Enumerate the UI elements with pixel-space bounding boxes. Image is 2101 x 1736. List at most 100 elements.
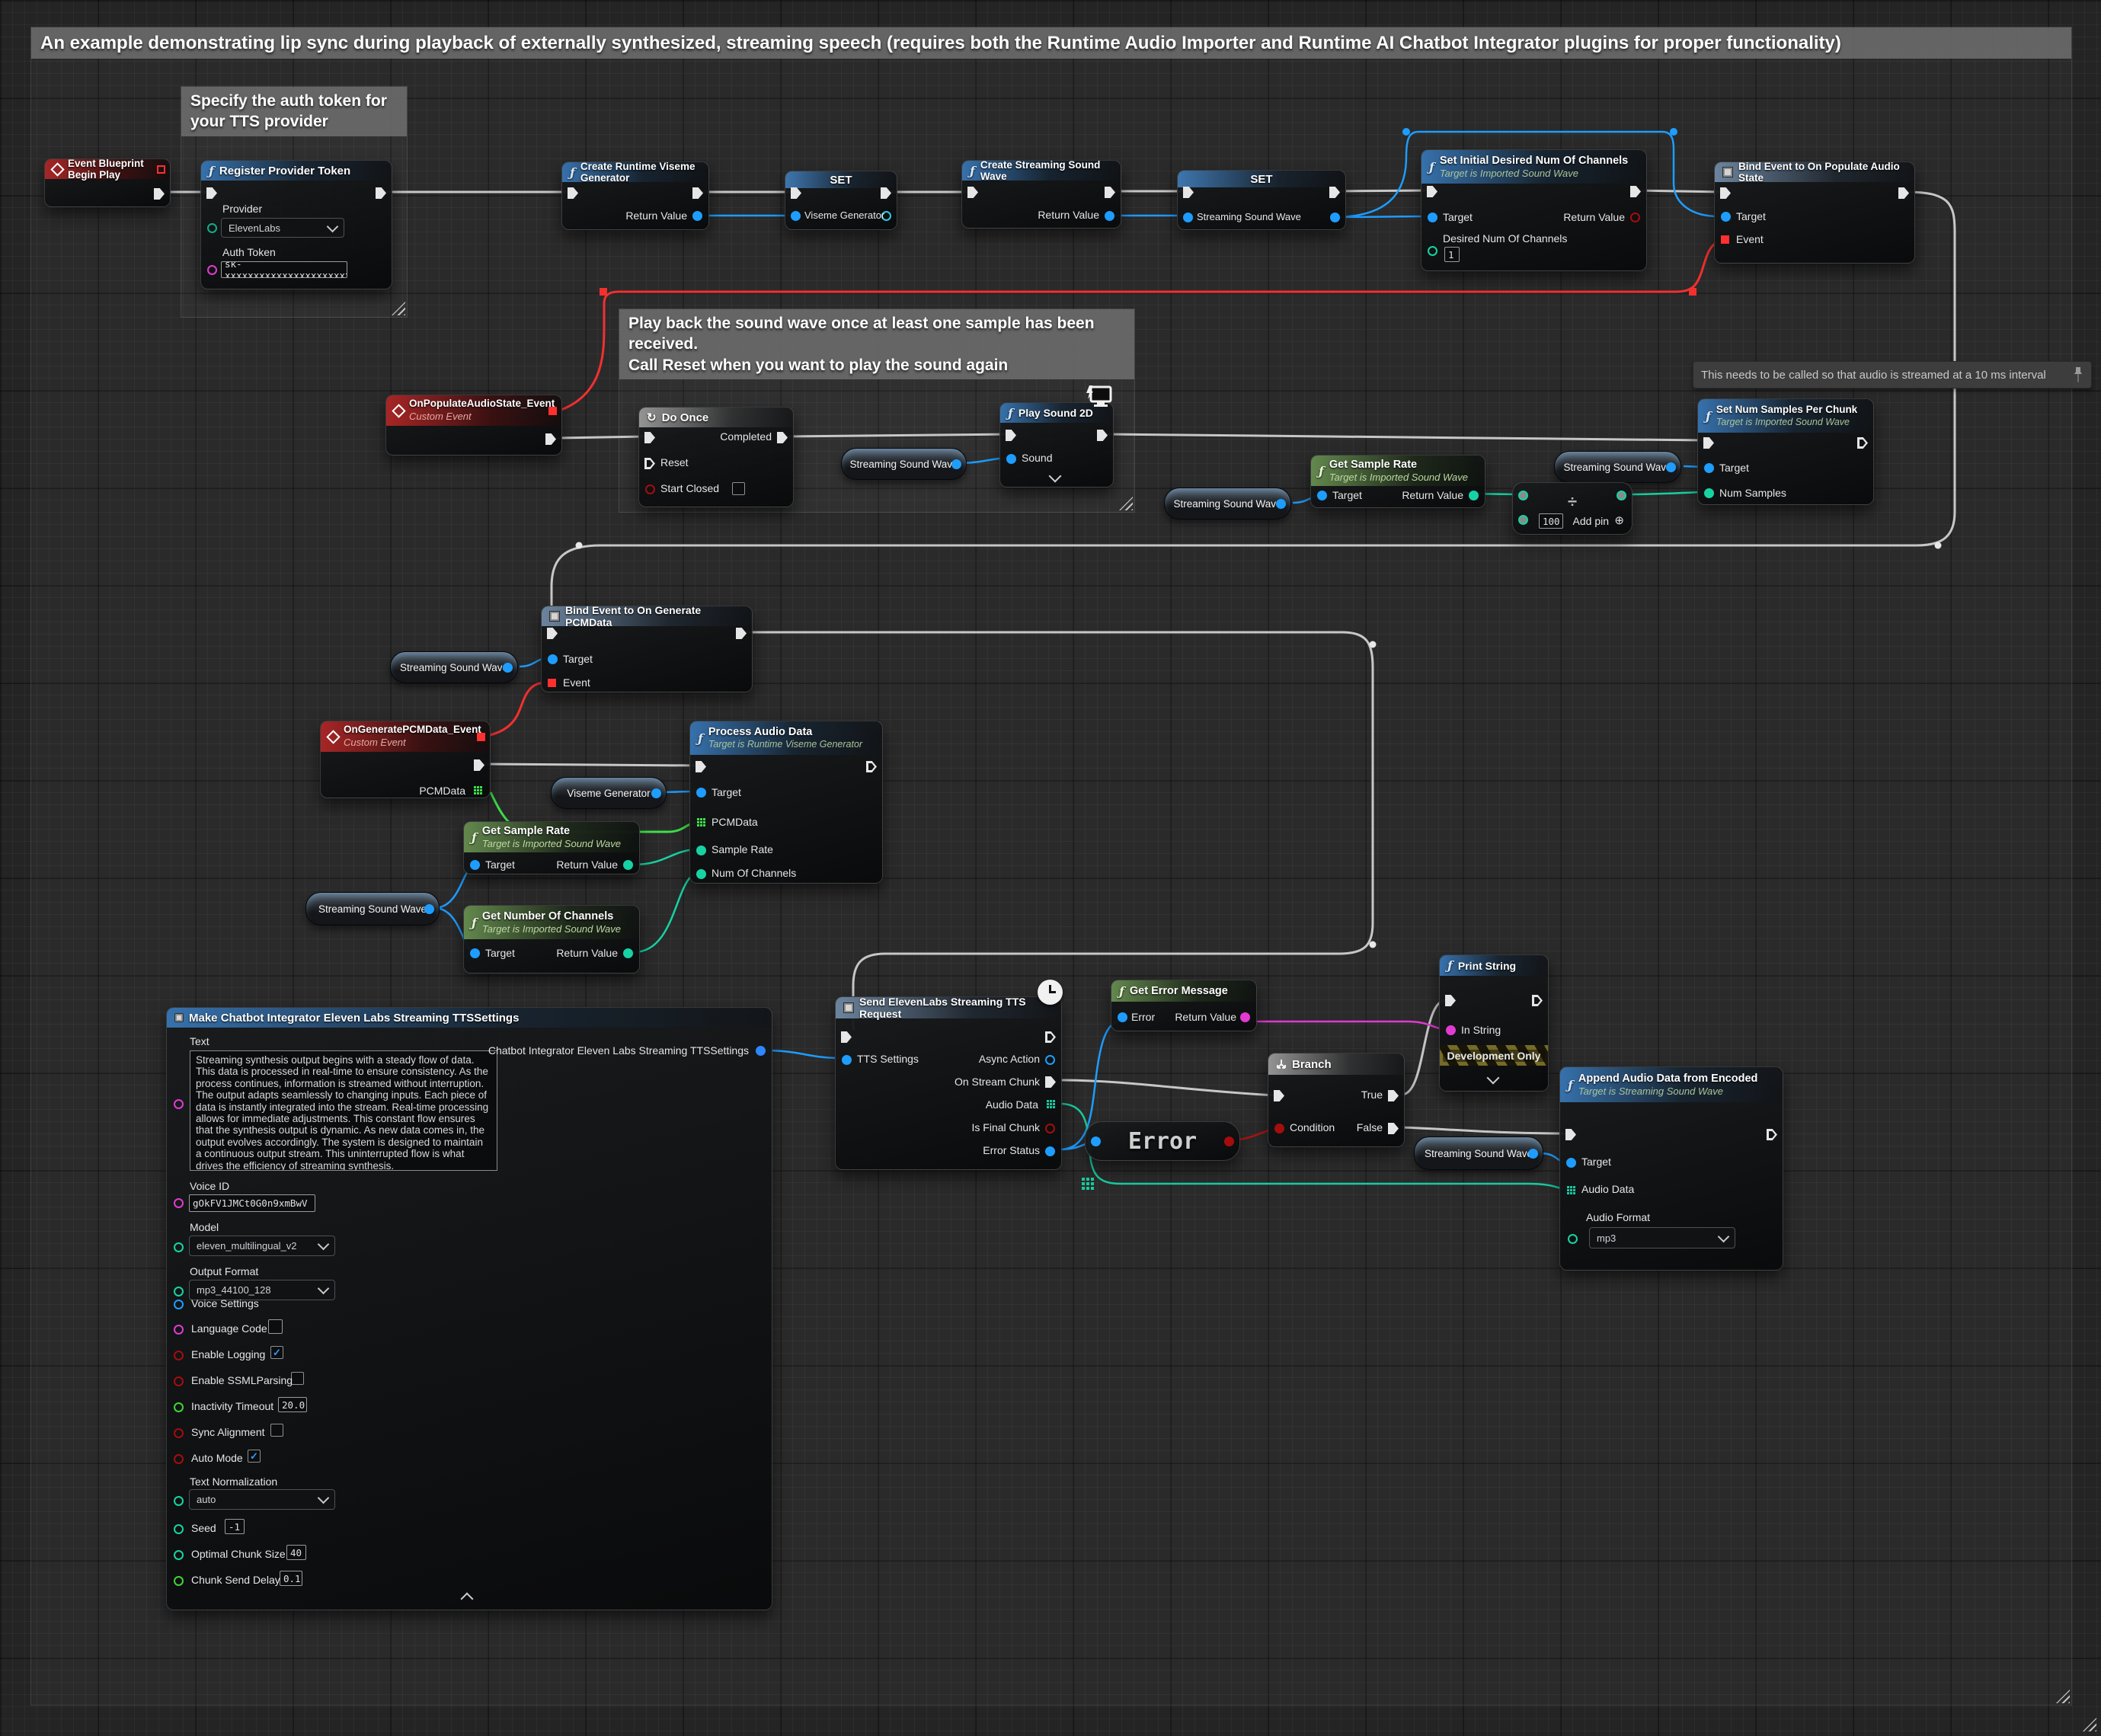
node-set-streaming-sound-wave[interactable]: SET Streaming Sound Wave <box>1177 170 1346 230</box>
exec-out-pin[interactable] <box>1105 187 1115 198</box>
node-bind-event-on-populate-audio-state[interactable]: Bind Event to On Populate Audio State Ta… <box>1714 161 1915 264</box>
pill-out-pin[interactable] <box>424 904 434 914</box>
audio-format-pin[interactable] <box>1568 1234 1578 1244</box>
completed-out-pin[interactable] <box>777 432 788 443</box>
exec-in-pin[interactable] <box>1183 187 1194 198</box>
expand-chevron-icon[interactable] <box>1487 1072 1500 1085</box>
pill-viseme-generator[interactable]: Viseme Generator <box>551 777 667 809</box>
node-play-sound-2d[interactable]: ƒPlay Sound 2D Sound <box>999 402 1114 488</box>
start-closed-pin[interactable] <box>645 484 655 494</box>
exec-out-pin[interactable] <box>545 433 556 445</box>
node-send-elevenlabs-tts-request[interactable]: Send ElevenLabs Streaming TTS Request TT… <box>835 996 1062 1170</box>
enable-logging-checkbox[interactable] <box>270 1346 283 1359</box>
on-stream-chunk-pin[interactable] <box>1045 1076 1056 1088</box>
return-value-pin[interactable] <box>1630 213 1640 222</box>
exec-out-pin[interactable] <box>474 759 484 771</box>
compare-out-pin[interactable] <box>1224 1137 1234 1146</box>
target-pin[interactable] <box>1721 212 1731 222</box>
false-out-pin[interactable] <box>1388 1123 1399 1134</box>
output-format-pin[interactable] <box>174 1287 184 1296</box>
exec-out-pin[interactable] <box>376 187 386 199</box>
delegate-pin[interactable] <box>477 733 485 741</box>
node-event-begin-play[interactable]: Event Blueprint Begin Play <box>44 158 171 207</box>
node-onpopulate-audiostate-event[interactable]: OnPopulateAudioState_EventCustom Event <box>385 395 562 456</box>
node-set-num-samples-per-chunk[interactable]: ƒ Set Num Samples Per ChunkTarget is Imp… <box>1697 398 1874 505</box>
in-string-pin[interactable] <box>1446 1025 1456 1035</box>
audio-format-dropdown[interactable]: mp3 <box>1589 1227 1735 1248</box>
voice-settings-pin[interactable] <box>174 1300 184 1309</box>
event-pin[interactable] <box>1721 235 1729 244</box>
text-normalization-pin[interactable] <box>174 1496 184 1506</box>
node-create-runtime-viseme-generator[interactable]: ƒCreate Runtime Viseme Generator Return … <box>561 161 709 230</box>
exec-in-pin[interactable] <box>644 432 655 443</box>
value-in-pin[interactable] <box>1183 213 1193 222</box>
desired-num-input[interactable]: 1 <box>1444 247 1460 262</box>
provider-pin[interactable] <box>207 223 217 233</box>
tts-settings-pin[interactable] <box>842 1055 852 1065</box>
pill-out-pin[interactable] <box>651 788 661 798</box>
return-value-pin[interactable] <box>623 948 633 958</box>
language-code-pin[interactable] <box>174 1325 184 1335</box>
pill-streaming-sound-wave[interactable]: Streaming Sound Wave <box>841 448 967 480</box>
target-pin[interactable] <box>1317 491 1327 500</box>
pill-out-pin[interactable] <box>1528 1149 1538 1159</box>
node-do-once[interactable]: ↻Do Once Completed Reset Start Closed <box>638 407 794 507</box>
return-value-pin[interactable] <box>623 860 633 870</box>
exec-out-pin[interactable] <box>866 761 877 772</box>
auto-mode-pin[interactable] <box>174 1454 184 1464</box>
exec-out-pin[interactable] <box>1097 430 1108 441</box>
node-append-audio-data-from-encoded[interactable]: ƒ Append Audio Data from EncodedTarget i… <box>1559 1066 1783 1271</box>
exec-in-pin[interactable] <box>568 187 578 199</box>
exec-in-pin[interactable] <box>1565 1129 1576 1140</box>
pin-icon[interactable] <box>2073 366 2083 383</box>
exec-in-pin[interactable] <box>1720 187 1731 199</box>
exec-in-pin[interactable] <box>791 187 801 199</box>
model-pin[interactable] <box>174 1242 184 1252</box>
pcmdata-array-pin[interactable] <box>697 818 699 820</box>
delegate-pin[interactable] <box>157 165 165 174</box>
return-value-pin[interactable] <box>1105 211 1114 221</box>
chunk-send-delay-input[interactable]: 0.1 <box>280 1571 302 1586</box>
sync-alignment-pin[interactable] <box>174 1428 184 1438</box>
true-out-pin[interactable] <box>1388 1090 1399 1101</box>
text-pin[interactable] <box>174 1099 184 1109</box>
delegate-pin[interactable] <box>548 407 557 415</box>
voice-id-input[interactable]: gOkFV1JMCt0G0n9xmBwV <box>189 1194 315 1212</box>
struct-out-pin[interactable] <box>756 1046 766 1056</box>
sound-pin[interactable] <box>1006 454 1016 464</box>
target-pin[interactable] <box>1428 213 1437 222</box>
exec-in-pin[interactable] <box>1006 430 1016 441</box>
auth-token-input[interactable]: sk-xxxxxxxxxxxxxxxxxxxxxxxxxxxxxxx <box>221 261 347 278</box>
node-print-string[interactable]: ƒPrint String In String Development Only <box>1439 954 1549 1092</box>
voice-id-pin[interactable] <box>174 1198 184 1208</box>
collapse-chevron-icon[interactable] <box>461 1593 474 1606</box>
divide-input-b-pin[interactable] <box>1518 515 1528 525</box>
pill-out-pin[interactable] <box>1276 499 1286 509</box>
text-normalization-dropdown[interactable]: auto <box>189 1489 335 1510</box>
expand-chevron-icon[interactable] <box>1049 470 1062 483</box>
exec-out-pin[interactable] <box>1045 1031 1056 1043</box>
exec-in-pin[interactable] <box>547 628 558 639</box>
auth-token-pin[interactable] <box>207 265 217 275</box>
enable-logging-pin[interactable] <box>174 1351 184 1360</box>
divide-input-b-value[interactable]: 100 <box>1539 513 1563 529</box>
error-pin[interactable] <box>1118 1012 1127 1022</box>
pill-streaming-sound-wave[interactable]: Streaming Sound Wave <box>1164 488 1291 520</box>
provider-dropdown[interactable]: ElevenLabs <box>221 218 344 238</box>
exec-in-pin[interactable] <box>1274 1090 1284 1101</box>
divide-output-pin[interactable] <box>1617 491 1626 500</box>
num-channels-pin[interactable] <box>696 869 706 879</box>
optimal-chunk-size-pin[interactable] <box>174 1550 184 1560</box>
condition-pin[interactable] <box>1274 1124 1284 1133</box>
exec-in-pin[interactable] <box>206 187 217 199</box>
audio-data-array-pin[interactable] <box>1567 1186 1569 1188</box>
exec-out-pin[interactable] <box>154 188 165 200</box>
add-pin-icon[interactable]: ⊕ <box>1614 513 1624 527</box>
sample-rate-pin[interactable] <box>696 846 706 855</box>
pill-streaming-sound-wave[interactable]: Streaming Sound Wave <box>1414 1137 1543 1170</box>
language-code-input[interactable] <box>268 1319 283 1334</box>
divide-input-a-pin[interactable] <box>1518 491 1528 500</box>
return-value-pin[interactable] <box>692 211 702 221</box>
num-samples-pin[interactable] <box>1704 488 1714 498</box>
exec-out-pin[interactable] <box>1329 187 1340 198</box>
